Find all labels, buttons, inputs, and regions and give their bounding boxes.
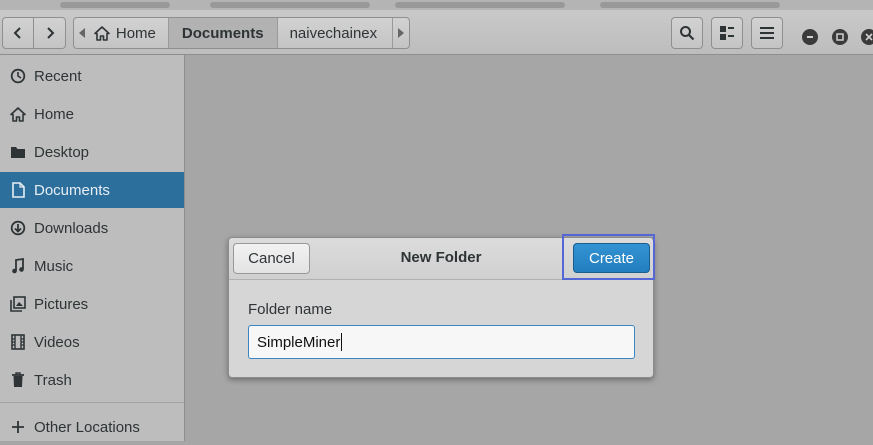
- view-mode-button[interactable]: [711, 17, 743, 49]
- places-sidebar: Recent Home Desktop Documents Downloads …: [0, 55, 185, 441]
- folder-name-input[interactable]: SimpleMiner: [248, 325, 635, 359]
- maximize-button[interactable]: [832, 29, 848, 45]
- chevron-left-icon: [13, 27, 21, 39]
- close-icon: [865, 33, 873, 41]
- search-button[interactable]: [671, 17, 703, 49]
- sidebar-item-label: Other Locations: [34, 418, 140, 436]
- text-caret: [341, 333, 343, 351]
- sidebar-item-label: Downloads: [34, 219, 109, 237]
- history-navigation: [2, 17, 66, 49]
- sidebar-item-documents[interactable]: Documents: [0, 172, 184, 208]
- maximize-icon: [836, 33, 844, 41]
- sidebar-item-downloads[interactable]: Downloads: [0, 210, 184, 246]
- sidebar-item-recent[interactable]: Recent: [0, 58, 184, 94]
- triangle-right-icon: [398, 28, 405, 38]
- new-folder-dialog: Cancel New Folder Create Folder name Sim…: [228, 234, 655, 378]
- home-icon: [10, 106, 26, 122]
- header-bar: Home Documents naivechainex: [0, 10, 873, 55]
- breadcrumb-documents-label: Documents: [181, 24, 264, 42]
- minimize-button[interactable]: [802, 29, 818, 45]
- breadcrumb-home[interactable]: Home: [90, 18, 169, 48]
- sidebar-item-label: Desktop: [34, 143, 90, 161]
- sidebar-item-home[interactable]: Home: [0, 96, 184, 132]
- folder-icon: [10, 144, 26, 160]
- clock-icon: [10, 68, 26, 84]
- close-button[interactable]: [861, 29, 873, 45]
- breadcrumb-home-label: Home: [115, 24, 156, 42]
- breadcrumb-documents[interactable]: Documents: [168, 18, 278, 48]
- grid-view-icon: [720, 26, 734, 40]
- sidebar-item-trash[interactable]: Trash: [0, 362, 184, 398]
- minimize-icon: [807, 36, 813, 38]
- picture-icon: [10, 296, 26, 312]
- home-icon: [94, 25, 110, 41]
- music-icon: [10, 258, 26, 274]
- download-icon: [10, 220, 26, 236]
- sidebar-item-label: Recent: [34, 67, 82, 85]
- sidebar-separator: [0, 402, 184, 403]
- sidebar-item-label: Home: [34, 105, 75, 123]
- folder-name-label: Folder name: [248, 301, 333, 318]
- sidebar-item-pictures[interactable]: Pictures: [0, 286, 184, 322]
- breadcrumb: Home Documents naivechainex: [73, 17, 410, 49]
- sidebar-item-label: Pictures: [34, 295, 89, 313]
- breadcrumb-scroll-right[interactable]: [393, 18, 409, 48]
- folder-name-value: SimpleMiner: [257, 333, 341, 351]
- search-icon: [680, 26, 695, 41]
- menu-button[interactable]: [751, 17, 783, 49]
- breadcrumb-scroll-left[interactable]: [74, 18, 90, 48]
- sidebar-item-music[interactable]: Music: [0, 248, 184, 284]
- document-icon: [10, 182, 26, 198]
- chevron-right-icon: [46, 27, 54, 39]
- triangle-left-icon: [78, 28, 85, 38]
- sidebar-item-other-locations[interactable]: Other Locations: [0, 409, 184, 445]
- plus-icon: [10, 419, 26, 435]
- sidebar-item-videos[interactable]: Videos: [0, 324, 184, 360]
- sidebar-item-label: Videos: [34, 333, 80, 351]
- create-button-highlight: [562, 234, 655, 280]
- trash-icon: [10, 372, 26, 388]
- back-button[interactable]: [2, 17, 34, 49]
- hamburger-menu-icon: [760, 27, 774, 39]
- sidebar-item-label: Trash: [34, 371, 72, 389]
- breadcrumb-naivechainex-label: naivechainex: [289, 24, 378, 42]
- sidebar-item-label: Documents: [34, 181, 110, 199]
- forward-button[interactable]: [34, 17, 66, 49]
- breadcrumb-naivechainex[interactable]: naivechainex: [278, 18, 394, 48]
- film-icon: [10, 334, 26, 350]
- sidebar-item-label: Music: [34, 257, 74, 275]
- sidebar-item-desktop[interactable]: Desktop: [0, 134, 184, 170]
